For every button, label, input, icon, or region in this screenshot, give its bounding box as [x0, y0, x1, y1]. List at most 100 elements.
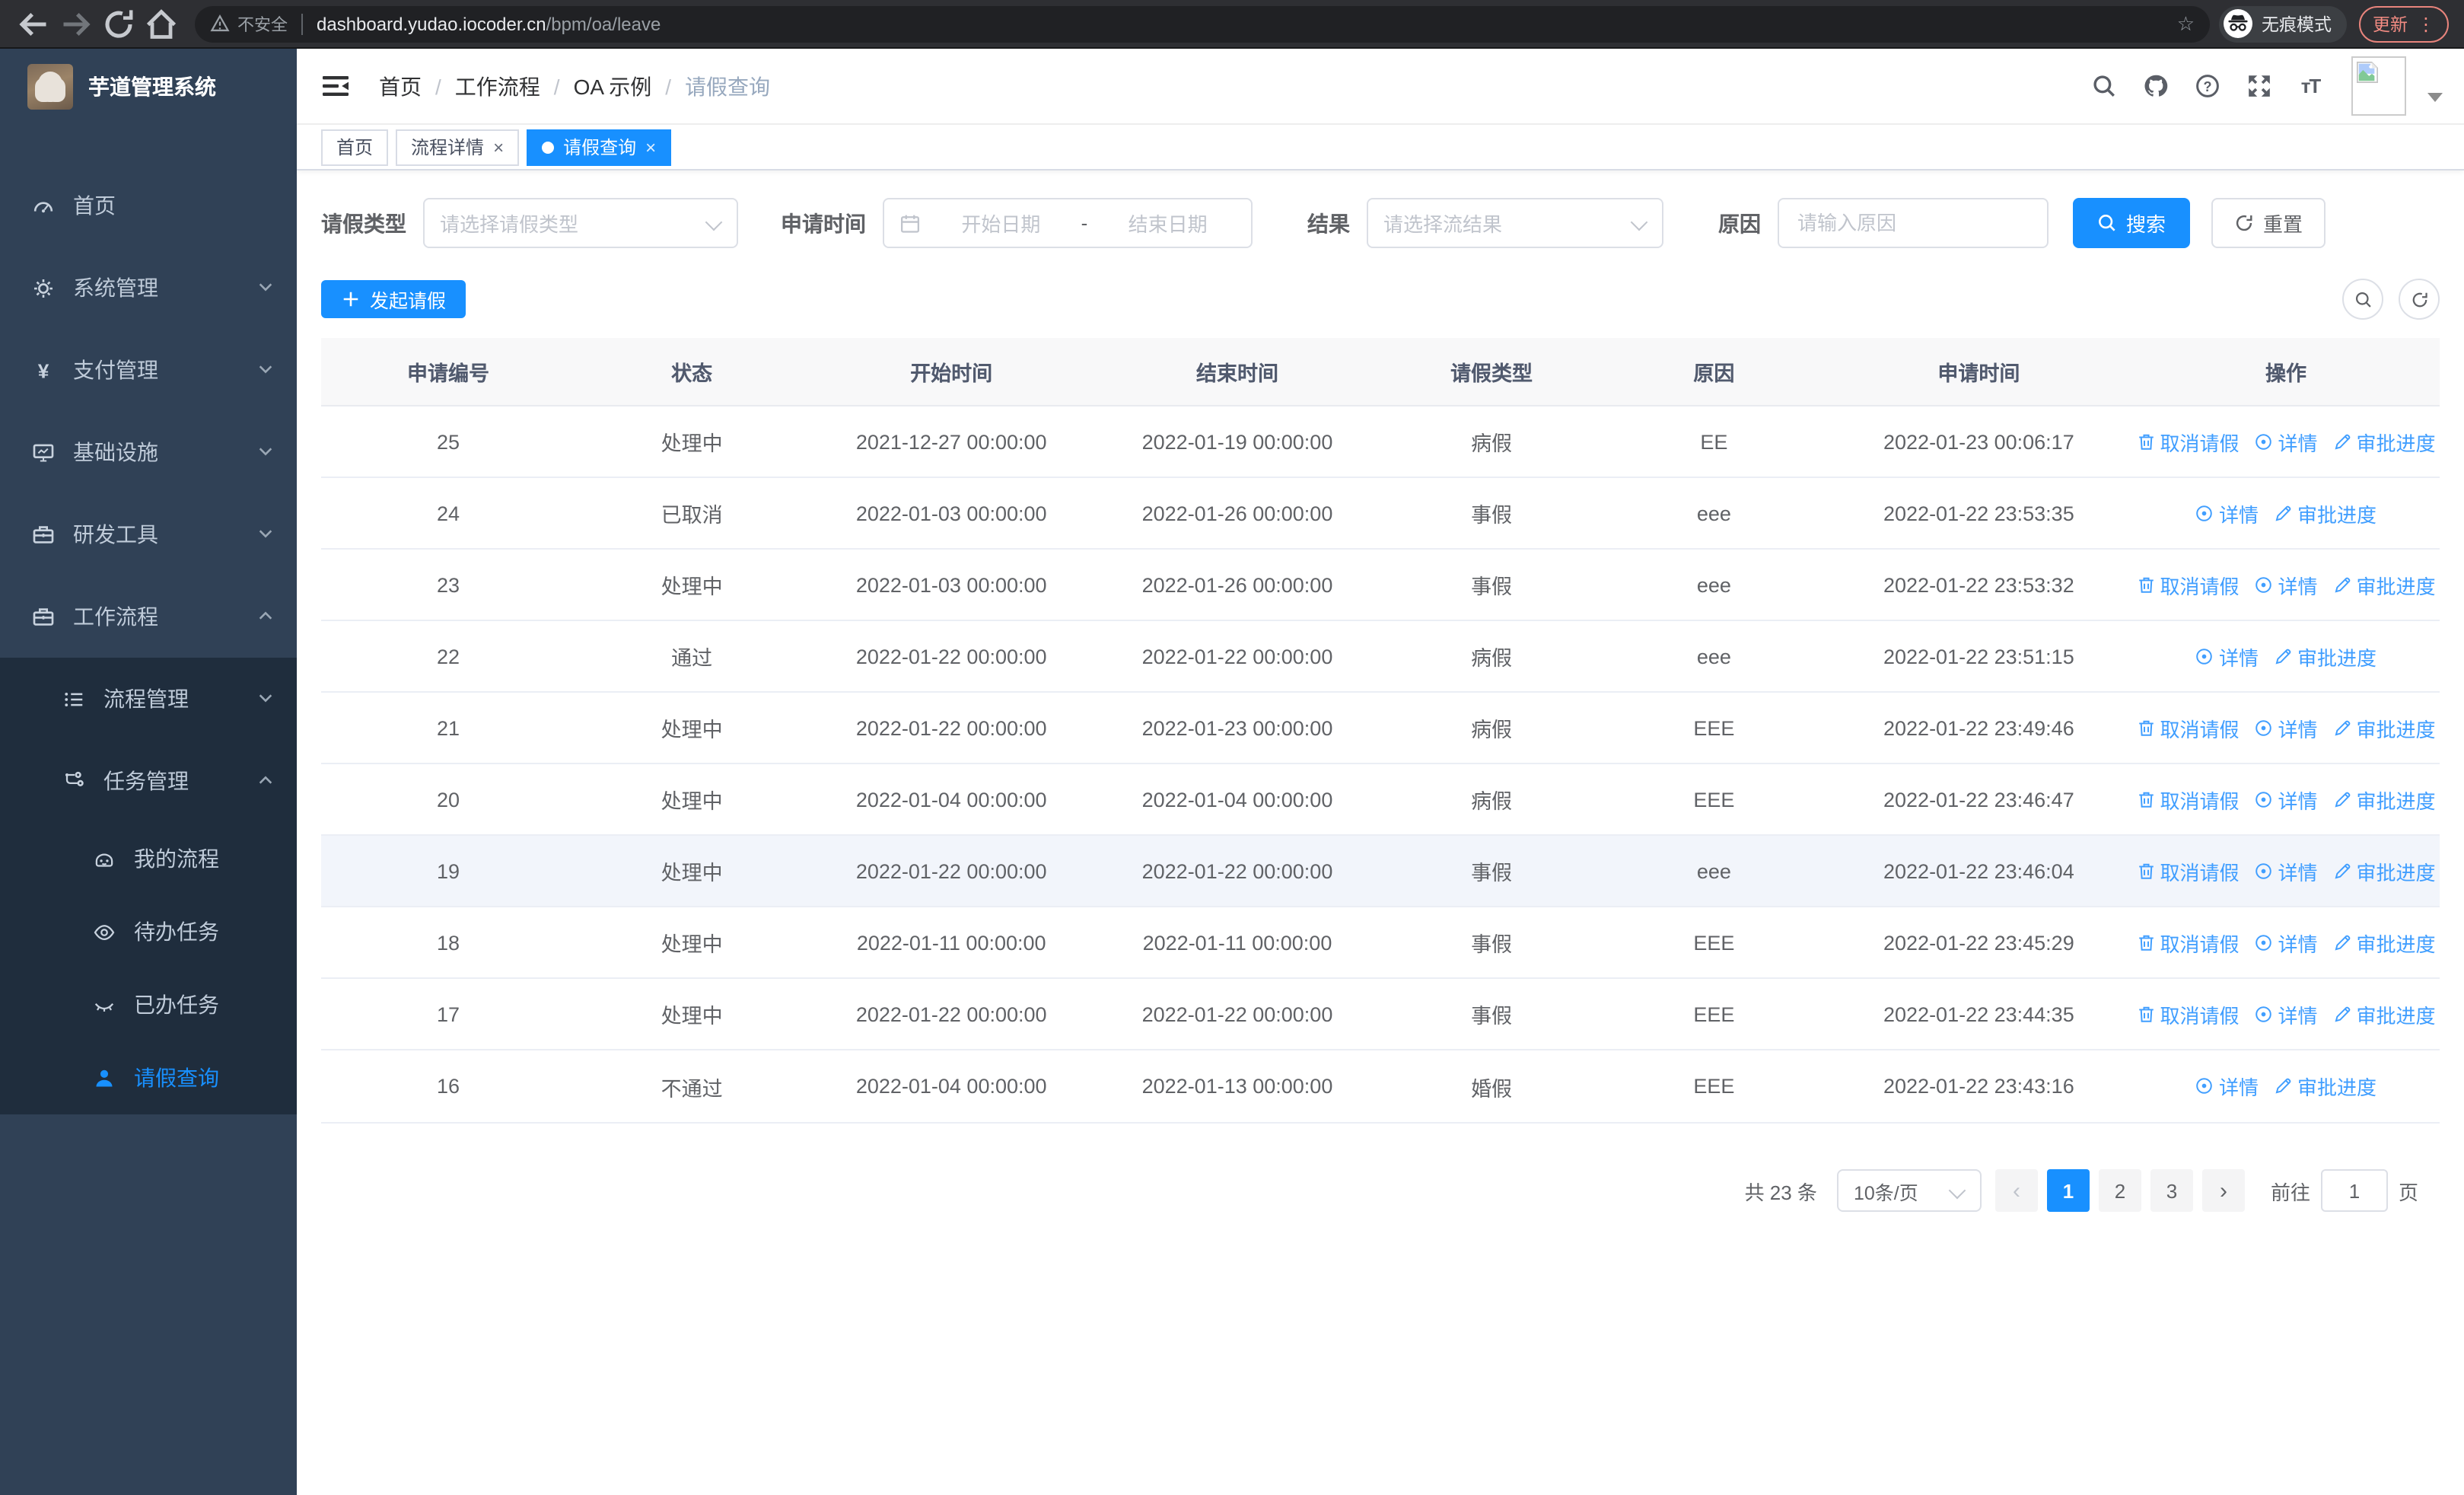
- detail-link[interactable]: 详情: [2195, 1072, 2259, 1101]
- cell-end-time: 2022-01-19 00:00:00: [1141, 430, 1333, 453]
- sidebar-item-payment-management[interactable]: ¥ 支付管理: [0, 329, 297, 411]
- sidebar-item-label: 请假查询: [134, 1066, 219, 1090]
- cell-start-time: 2022-01-22 00:00:00: [855, 859, 1047, 882]
- logo-image: [27, 64, 73, 110]
- cancel-leave-link[interactable]: 取消请假: [2136, 785, 2240, 814]
- page-button-3[interactable]: 3: [2150, 1169, 2193, 1212]
- approval-progress-link[interactable]: 审批进度: [2274, 499, 2376, 528]
- detail-link[interactable]: 详情: [2195, 642, 2259, 671]
- page-button-1[interactable]: 1: [2046, 1169, 2090, 1212]
- cancel-leave-link[interactable]: 取消请假: [2136, 999, 2240, 1028]
- sidebar-item-infrastructure[interactable]: 基础设施: [0, 411, 297, 493]
- sidebar-item-leave-query[interactable]: 请假查询: [0, 1041, 297, 1114]
- prev-page-button[interactable]: ‹: [1994, 1169, 2038, 1212]
- sidebar-item-home[interactable]: 首页: [0, 164, 297, 247]
- breadcrumb-item[interactable]: OA 示例: [574, 71, 652, 101]
- close-tab-icon[interactable]: ×: [645, 136, 656, 158]
- detail-link[interactable]: 详情: [2255, 928, 2318, 957]
- refresh-table-button[interactable]: [2399, 279, 2440, 320]
- sidebar-item-done-tasks[interactable]: 已办任务: [0, 968, 297, 1041]
- cancel-leave-link[interactable]: 取消请假: [2136, 570, 2240, 599]
- apply-time-range-picker[interactable]: 开始日期 - 结束日期: [883, 198, 1253, 248]
- detail-link[interactable]: 详情: [2255, 785, 2318, 814]
- table-row: 25 处理中 2021-12-27 00:00:00 2022-01-19 00…: [321, 406, 2440, 478]
- reset-button[interactable]: 重置: [2211, 198, 2326, 248]
- next-page-button[interactable]: ›: [2201, 1169, 2245, 1212]
- sidebar-item-todo-tasks[interactable]: 待办任务: [0, 895, 297, 968]
- browser-home-icon[interactable]: [143, 5, 180, 42]
- cell-actions: 取消请假 详情 审批进度: [2132, 427, 2440, 456]
- tab-流程详情[interactable]: 流程详情 ×: [396, 129, 520, 165]
- toggle-search-button[interactable]: [2342, 279, 2383, 320]
- github-icon[interactable]: [2135, 66, 2175, 106]
- browser-reload-icon[interactable]: [100, 5, 137, 42]
- cell-start-time: 2022-01-22 00:00:00: [855, 1003, 1047, 1025]
- bookmark-star-icon[interactable]: ☆: [2177, 11, 2195, 36]
- detail-link[interactable]: 详情: [2255, 999, 2318, 1028]
- avatar-dropdown-caret[interactable]: [2427, 92, 2443, 101]
- sidebar-item-system-management[interactable]: 系统管理: [0, 247, 297, 329]
- leave-type-select[interactable]: 请选择请假类型: [423, 198, 738, 248]
- cell-leave-type: 事假: [1471, 1005, 1513, 1028]
- reason-input[interactable]: [1794, 210, 2032, 236]
- goto-page-input[interactable]: [2320, 1169, 2388, 1212]
- cancel-leave-link[interactable]: 取消请假: [2136, 856, 2240, 885]
- approval-progress-link[interactable]: 审批进度: [2333, 427, 2436, 456]
- cancel-leave-link[interactable]: 取消请假: [2136, 427, 2240, 456]
- app-title: 芋道管理系统: [88, 75, 216, 99]
- approval-progress-link[interactable]: 审批进度: [2333, 928, 2436, 957]
- cell-reason: eee: [1696, 859, 1731, 882]
- sidebar-item-workflow[interactable]: 工作流程: [0, 575, 297, 658]
- pagination: 共 23 条 10条/页 ‹123› 前往 页: [321, 1169, 2440, 1212]
- goto-label: 前往: [2270, 1181, 2310, 1203]
- view-icon: [2255, 1006, 2272, 1022]
- tab-请假查询[interactable]: 请假查询 ×: [527, 129, 672, 165]
- browser-menu-icon[interactable]: ⋮: [2417, 14, 2435, 33]
- font-size-icon[interactable]: тT: [2291, 66, 2330, 106]
- approval-progress-link[interactable]: 审批进度: [2274, 1072, 2376, 1101]
- approval-progress-link[interactable]: 审批进度: [2333, 713, 2436, 742]
- detail-link[interactable]: 详情: [2255, 427, 2318, 456]
- approval-progress-link[interactable]: 审批进度: [2333, 570, 2436, 599]
- approval-progress-link[interactable]: 审批进度: [2333, 785, 2436, 814]
- breadcrumb-item[interactable]: 工作流程: [455, 71, 540, 101]
- cell-actions: 取消请假 详情 审批进度: [2132, 999, 2440, 1028]
- sidebar-item-dev-tools[interactable]: 研发工具: [0, 493, 297, 575]
- edit-icon: [2335, 1006, 2350, 1022]
- app-logo[interactable]: 芋道管理系统: [0, 49, 297, 125]
- cancel-leave-link[interactable]: 取消请假: [2136, 713, 2240, 742]
- yen-icon: ¥: [30, 358, 55, 382]
- detail-link[interactable]: 详情: [2195, 499, 2259, 528]
- sidebar-item-task-management[interactable]: 任务管理: [0, 740, 297, 822]
- avatar[interactable]: [2351, 56, 2406, 116]
- sidebar-collapse-icon[interactable]: [321, 71, 355, 101]
- page-size-select[interactable]: 10条/页: [1836, 1169, 1982, 1212]
- security-warning[interactable]: 不安全: [210, 11, 288, 36]
- result-select[interactable]: 请选择流结果: [1367, 198, 1663, 248]
- tab-首页[interactable]: 首页: [321, 129, 389, 165]
- address-bar[interactable]: 不安全 dashboard.yudao.iocoder.cn/bpm/oa/le…: [195, 5, 2210, 42]
- page-button-2[interactable]: 2: [2098, 1169, 2141, 1212]
- header-search-icon[interactable]: [2084, 66, 2123, 106]
- detail-link[interactable]: 详情: [2255, 713, 2318, 742]
- approval-progress-link[interactable]: 审批进度: [2274, 642, 2376, 671]
- search-button[interactable]: 搜索: [2073, 198, 2191, 248]
- browser-forward-icon[interactable]: [58, 5, 94, 42]
- detail-link[interactable]: 详情: [2255, 856, 2318, 885]
- fullscreen-icon[interactable]: [2239, 66, 2278, 106]
- browser-back-icon[interactable]: [15, 5, 52, 42]
- breadcrumb-item[interactable]: 首页: [379, 71, 422, 101]
- column-header: 申请编号: [407, 362, 490, 385]
- cell-end-time: 2022-01-26 00:00:00: [1141, 502, 1333, 524]
- detail-link[interactable]: 详情: [2255, 570, 2318, 599]
- browser-update-button[interactable]: 更新 ⋮: [2359, 5, 2449, 42]
- cancel-leave-link[interactable]: 取消请假: [2136, 928, 2240, 957]
- help-icon[interactable]: ?: [2187, 66, 2227, 106]
- sidebar-item-process-management[interactable]: 流程管理: [0, 658, 297, 740]
- create-leave-button[interactable]: 发起请假: [321, 280, 466, 318]
- table-header: 申请编号 状态 开始时间 结束时间 请假类型 原因 申请时间 操作: [321, 338, 2440, 406]
- approval-progress-link[interactable]: 审批进度: [2333, 856, 2436, 885]
- approval-progress-link[interactable]: 审批进度: [2333, 999, 2436, 1028]
- close-tab-icon[interactable]: ×: [493, 136, 504, 158]
- sidebar-item-my-process[interactable]: 我的流程: [0, 822, 297, 895]
